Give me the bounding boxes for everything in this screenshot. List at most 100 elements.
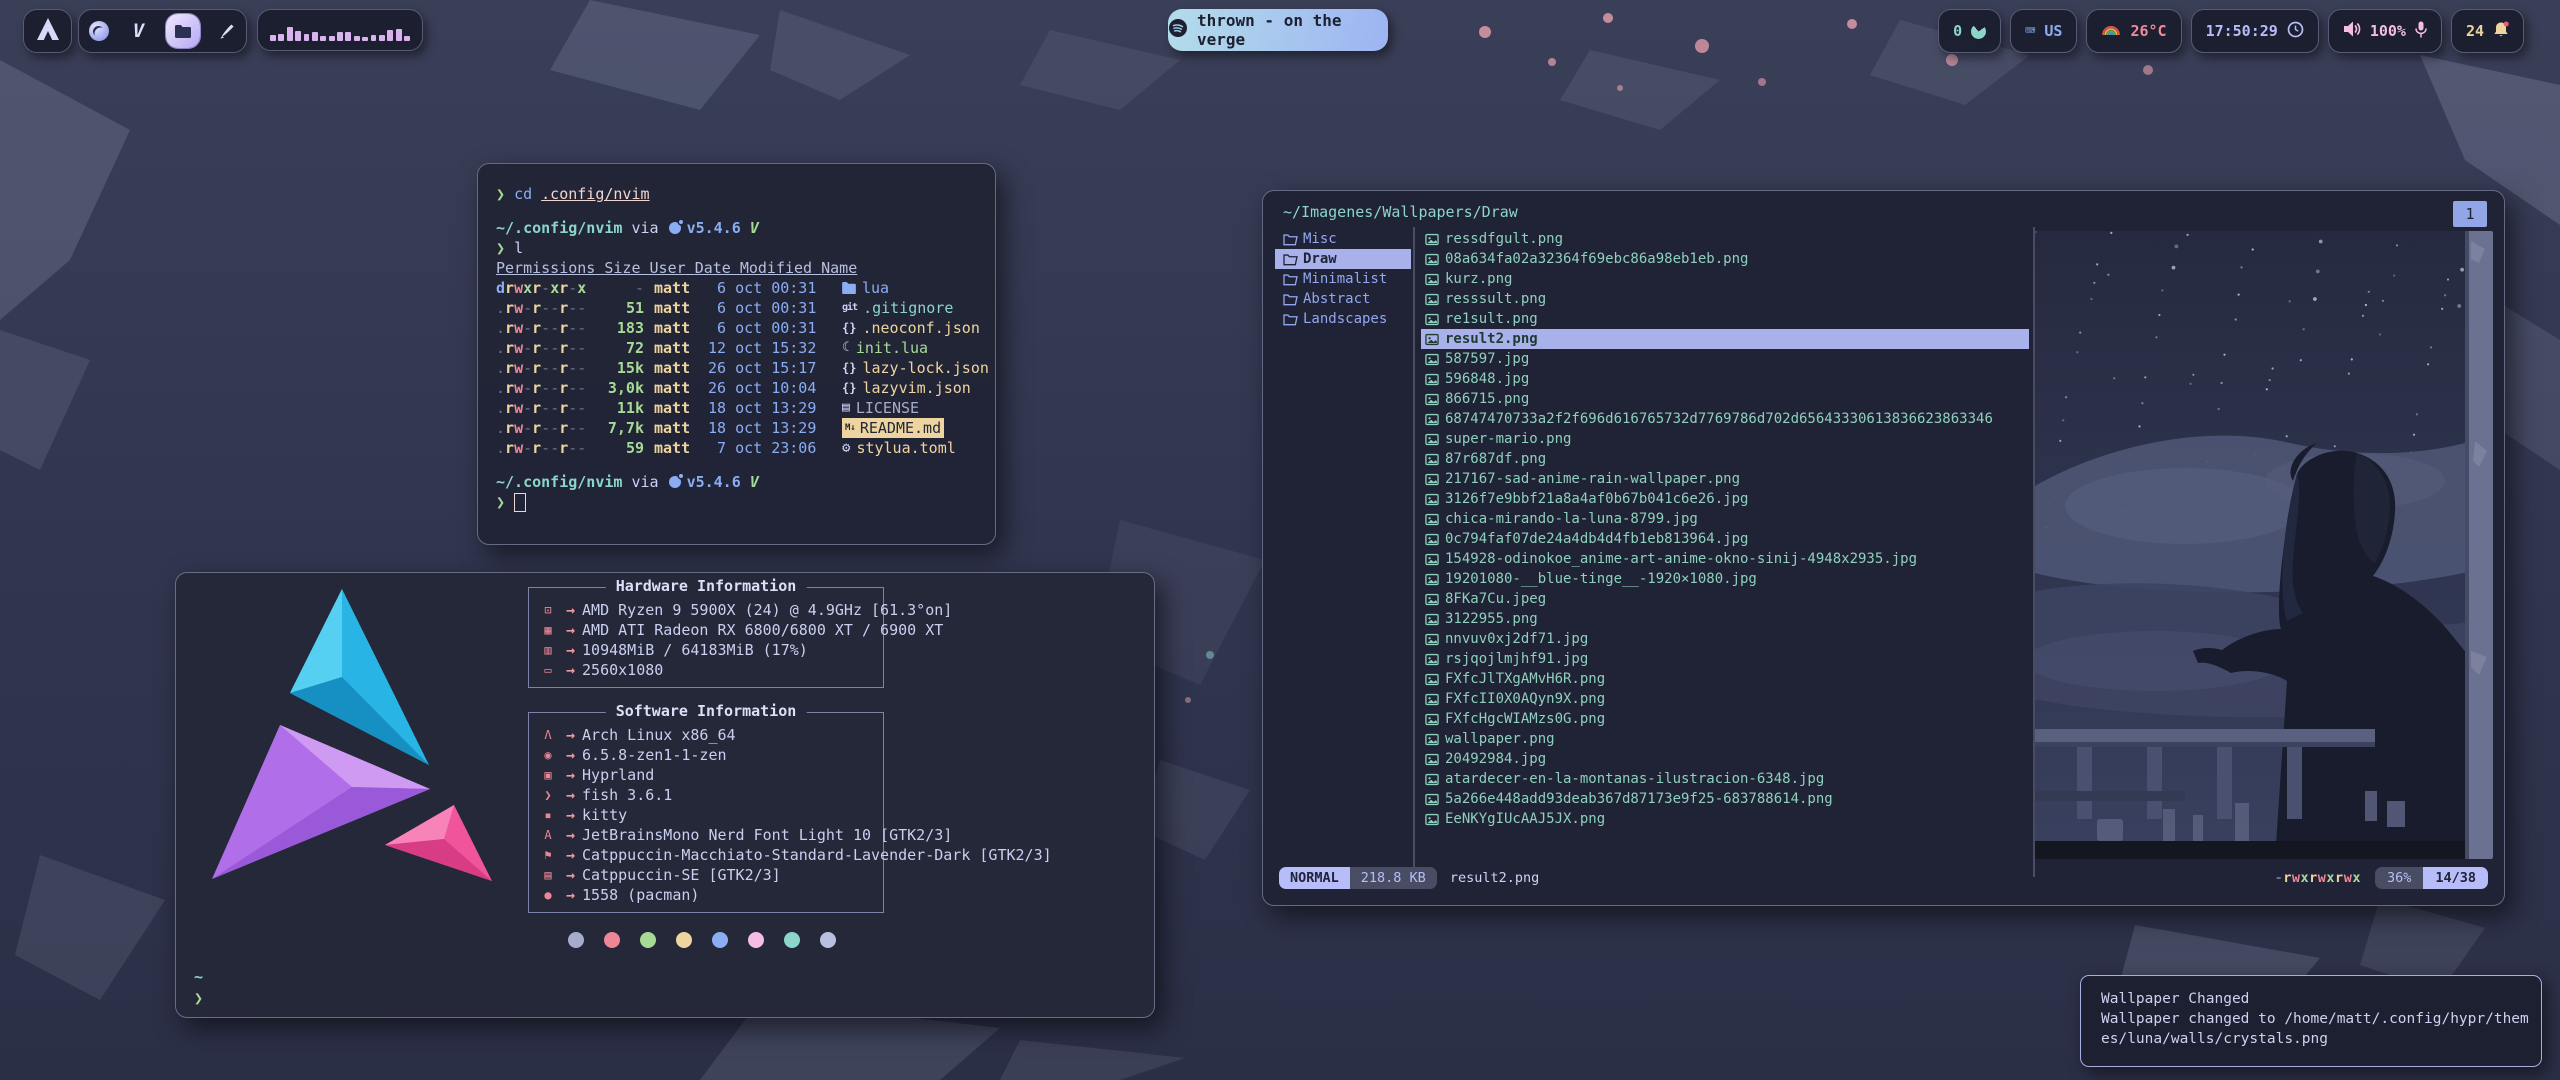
notification-popup[interactable]: Wallpaper Changed Wallpaper changed to /… xyxy=(2080,975,2542,1067)
cava-bar xyxy=(371,35,377,41)
ls-file-row: .rw-r--r--15kmatt26 oct 15:17{}lazy-lock… xyxy=(496,358,995,378)
folder-sidebar: MiscDrawMinimalistAbstractLandscapes xyxy=(1275,229,1411,329)
folder-icon[interactable] xyxy=(166,14,200,48)
file-name: result2.png xyxy=(1445,329,1538,349)
fetch-info-value: 6.5.8-zen1-1-zen xyxy=(582,745,727,765)
col-name: Name xyxy=(821,258,857,278)
fetch-window[interactable]: Hardware Information ⊡→AMD Ryzen 9 5900X… xyxy=(175,572,1155,1018)
arrow-icon: → xyxy=(566,745,575,765)
terminal-prompt-line[interactable]: ❯ xyxy=(496,492,995,512)
app-launcher-button[interactable] xyxy=(23,9,72,53)
prompt-context-line: ~/.config/nvim via v5.4.6 V xyxy=(496,472,995,492)
media-player-widget[interactable]: thrown - on the verge xyxy=(1168,9,1388,51)
file-row[interactable]: nnvuv0xj2df71.jpg xyxy=(1421,629,2029,649)
mic-icon xyxy=(2415,21,2427,42)
file-row[interactable]: 217167-sad-anime-rain-wallpaper.png xyxy=(1421,469,2029,489)
firefox-icon[interactable] xyxy=(86,18,112,44)
file-row[interactable]: re1sult.png xyxy=(1421,309,2029,329)
volume-widget[interactable]: 100% xyxy=(2328,9,2442,53)
fetch-prompt[interactable]: ~ ❯ xyxy=(194,967,203,1009)
file-row[interactable]: 154928-odinokoe_anime-art-anime-okno-sin… xyxy=(1421,549,2029,569)
file-row[interactable]: 8FKa7Cu.jpeg xyxy=(1421,589,2029,609)
sidebar-folder-minimalist[interactable]: Minimalist xyxy=(1275,269,1411,289)
fetch-info-value: Hyprland xyxy=(582,765,654,785)
file-row[interactable]: rsjqojlmjhf91.jpg xyxy=(1421,649,2029,669)
col-size: Size xyxy=(604,258,640,278)
ls-output: drwxr-xr-x-matt 6 oct 00:31lua.rw-r--r--… xyxy=(496,278,995,458)
file-row[interactable]: atardecer-en-la-montanas-ilustracion-634… xyxy=(1421,769,2029,789)
file-row[interactable]: 596848.jpg xyxy=(1421,369,2029,389)
terminal-window[interactable]: ❯ cd .config/nvim ~/.config/nvim via v5.… xyxy=(477,163,996,545)
context-suffix-mark: V xyxy=(750,218,759,238)
palette-dot xyxy=(712,932,728,948)
file-name: ressdfgult.png xyxy=(1445,229,1563,249)
cava-bar xyxy=(362,37,368,41)
file-row[interactable]: 20492984.jpg xyxy=(1421,749,2029,769)
file-row[interactable]: kurz.png xyxy=(1421,269,2029,289)
file-row[interactable]: resssult.png xyxy=(1421,289,2029,309)
notifications-count: 24 xyxy=(2466,22,2484,40)
terminal-content: ❯ cd .config/nvim ~/.config/nvim via v5.… xyxy=(478,164,995,512)
fetch-info-row: ▦→AMD ATI Radeon RX 6800/6800 XT / 6900 … xyxy=(539,620,883,640)
command: cd xyxy=(514,184,532,204)
file-name: re1sult.png xyxy=(1445,309,1538,329)
file-row[interactable]: 587597.jpg xyxy=(1421,349,2029,369)
sidebar-folder-label: Minimalist xyxy=(1303,269,1387,289)
arrow-icon: → xyxy=(566,765,575,785)
clock-widget[interactable]: 17:50:29 xyxy=(2191,9,2319,53)
file-row[interactable]: chica-mirando-la-luna-8799.jpg xyxy=(1421,509,2029,529)
file-row[interactable]: super-mario.png xyxy=(1421,429,2029,449)
file-row[interactable]: FXfcHgcWIAMzs0G.png xyxy=(1421,709,2029,729)
keyboard-layout-widget[interactable]: ⌨ US xyxy=(2010,9,2077,53)
file-row[interactable]: EeNKYgIUcAAJ5JX.png xyxy=(1421,809,2029,829)
file-row[interactable]: 3126f7e9bbf21a8a4af0b67b041c6e26.jpg xyxy=(1421,489,2029,509)
file-row[interactable]: 3122955.png xyxy=(1421,609,2029,629)
file-row[interactable]: 866715.png xyxy=(1421,389,2029,409)
display-icon: ▭ xyxy=(539,660,557,680)
file-row[interactable]: 68747470733a2f2f696d616765732d7769786d70… xyxy=(1421,409,2029,429)
weather-widget[interactable]: 26°C xyxy=(2086,9,2181,53)
file-row[interactable]: 0c794faf07de24a4db4d4fb1eb813964.jpg xyxy=(1421,529,2029,549)
file-row[interactable]: 5a266e448add93deab367d87173e9f25-6837886… xyxy=(1421,789,2029,809)
file-manager-window[interactable]: ~/Imagenes/Wallpapers/Draw 1 MiscDrawMin… xyxy=(1262,190,2505,906)
cava-bar xyxy=(329,36,335,41)
fetch-info-row: ●→1558 (pacman) xyxy=(539,885,883,905)
file-row[interactable]: 87r687df.png xyxy=(1421,449,2029,469)
file-name: kurz.png xyxy=(1445,269,1512,289)
file-name: 587597.jpg xyxy=(1445,349,1529,369)
brush-icon[interactable] xyxy=(214,18,240,44)
file-row[interactable]: result2.png xyxy=(1421,329,2029,349)
sidebar-folder-abstract[interactable]: Abstract xyxy=(1275,289,1411,309)
fetch-info-row: Λ→Arch Linux x86_64 xyxy=(539,725,883,745)
software-info-title: Software Information xyxy=(606,702,807,720)
gpu-icon: ▦ xyxy=(539,620,557,640)
cava-bar xyxy=(354,36,360,41)
file-name: FXfcJlTXgAMvH6R.png xyxy=(1445,669,1605,689)
fetch-info-row: ⚑→Catppuccin-Macchiato-Standard-Lavender… xyxy=(539,845,883,865)
sidebar-folder-draw[interactable]: Draw xyxy=(1275,249,1411,269)
file-row[interactable]: FXfcJlTXgAMvH6R.png xyxy=(1421,669,2029,689)
sidebar-folder-misc[interactable]: Misc xyxy=(1275,229,1411,249)
vim-icon[interactable]: V xyxy=(126,18,152,44)
col-permissions: Permissions xyxy=(496,258,595,278)
context-via: via xyxy=(631,472,658,492)
updates-count: 0 xyxy=(1953,22,1962,40)
volume-value: 100% xyxy=(2370,22,2406,40)
notification-title: Wallpaper Changed xyxy=(2101,989,2521,1009)
fetch-info-value: Catppuccin-SE [GTK2/3] xyxy=(582,865,781,885)
cpu-icon: ⊡ xyxy=(539,600,557,620)
file-name: 596848.jpg xyxy=(1445,369,1529,389)
sidebar-folder-landscapes[interactable]: Landscapes xyxy=(1275,309,1411,329)
file-row[interactable]: wallpaper.png xyxy=(1421,729,2029,749)
notifications-widget[interactable]: 24 xyxy=(2451,9,2524,53)
list-position-badge: 14/38 xyxy=(2423,867,2488,889)
arrow-icon: → xyxy=(566,885,575,905)
cava-bar xyxy=(337,32,343,41)
kernel-icon: ◉ xyxy=(539,745,557,765)
file-row[interactable]: ressdfgult.png xyxy=(1421,229,2029,249)
file-row[interactable]: 19201080-__blue-tinge__-1920×1080.jpg xyxy=(1421,569,2029,589)
fetch-info-value: Arch Linux x86_64 xyxy=(582,725,736,745)
file-row[interactable]: FXfcII0X0AQyn9X.png xyxy=(1421,689,2029,709)
file-row[interactable]: 08a634fa02a32364f69ebc86a98eb1eb.png xyxy=(1421,249,2029,269)
updates-widget[interactable]: 0 xyxy=(1938,9,2001,53)
